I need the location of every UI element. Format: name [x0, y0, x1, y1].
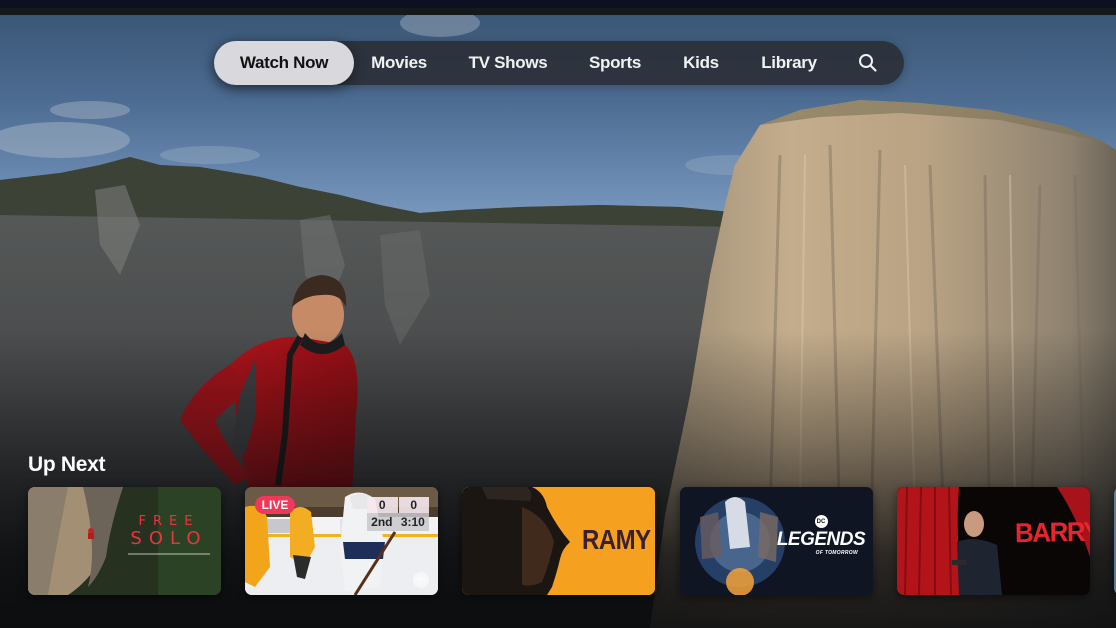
score-home: 0 — [367, 497, 398, 513]
tab-watch-now[interactable]: Watch Now — [214, 41, 354, 85]
free-solo-title: FREE SOLO — [124, 514, 214, 555]
game-period: 2nd — [371, 515, 393, 529]
up-next-tile-legends-of-tomorrow[interactable]: DC LEGENDS OF TOMORROW — [680, 487, 873, 595]
barry-title: BARRY — [1014, 515, 1090, 549]
up-next-tile-barry[interactable]: BARRY — [897, 487, 1090, 595]
tab-tv-shows[interactable]: TV Shows — [444, 41, 572, 85]
legends-title: DC LEGENDS OF TOMORROW — [776, 515, 866, 556]
ramy-title: RAMY — [582, 524, 651, 556]
search-icon — [859, 54, 877, 72]
score-away: 0 — [398, 497, 429, 513]
free-solo-tagline — [128, 553, 210, 555]
dc-logo-icon: DC — [814, 515, 828, 528]
up-next-tile-ramy[interactable]: RAMY — [462, 487, 655, 595]
live-badge: LIVE — [255, 496, 295, 514]
top-status-strip — [0, 0, 1116, 15]
tnt-logo-icon: TNT — [413, 572, 429, 588]
tab-movies[interactable]: Movies — [354, 41, 444, 85]
scoreboard: 0 0 2nd 3:10 — [367, 497, 429, 531]
tab-sports[interactable]: Sports — [572, 41, 658, 85]
tab-kids[interactable]: Kids — [658, 41, 744, 85]
tab-library[interactable]: Library — [744, 41, 834, 85]
game-clock: 3:10 — [400, 515, 425, 529]
up-next-tile-live-hockey[interactable]: LIVE 0 0 2nd 3:10 TNT — [245, 487, 438, 595]
search-button[interactable] — [834, 41, 902, 85]
up-next-tile-free-solo[interactable]: FREE SOLO — [28, 487, 221, 595]
up-next-heading: Up Next — [28, 453, 106, 476]
top-nav-bar: Watch Now Movies TV Shows Sports Kids Li… — [214, 41, 904, 85]
